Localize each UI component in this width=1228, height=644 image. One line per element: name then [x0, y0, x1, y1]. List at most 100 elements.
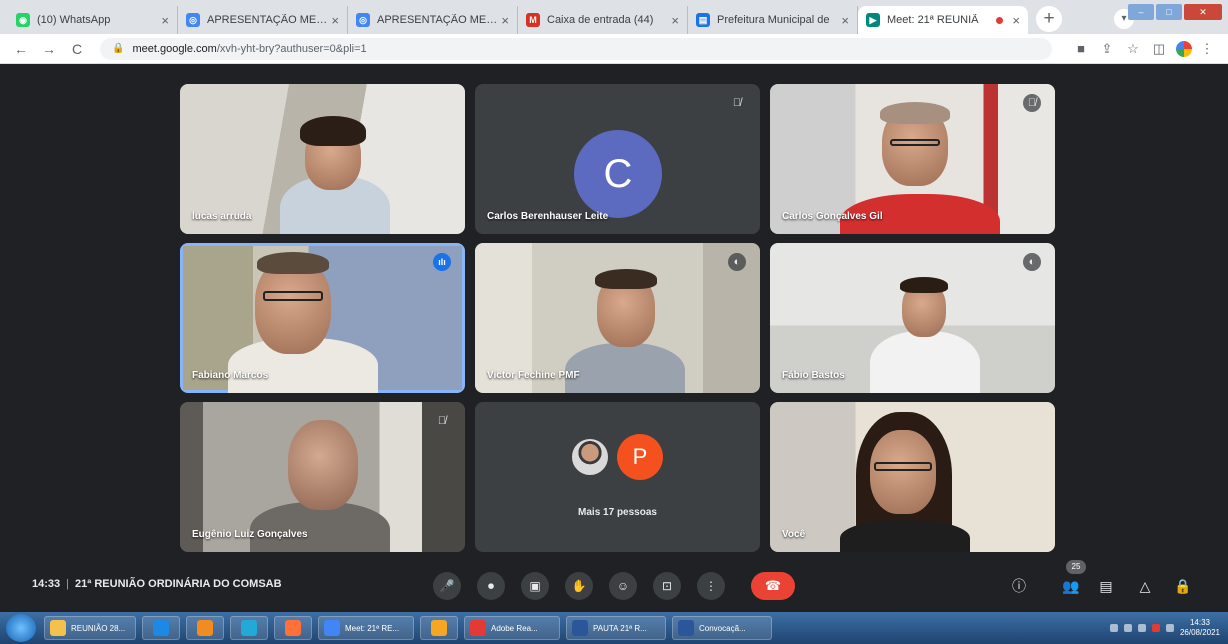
menu-icon[interactable]: ⋮ [1196, 41, 1218, 57]
star-icon[interactable]: ☆ [1122, 41, 1144, 57]
self-view-tile[interactable]: Você [770, 402, 1055, 552]
reload-icon[interactable]: C [66, 41, 88, 57]
separator: | [66, 578, 69, 590]
close-icon[interactable]: × [1012, 13, 1020, 28]
browser-icon [241, 620, 257, 636]
network-icon[interactable] [1137, 624, 1146, 632]
raise-hand-icon[interactable]: ✋ [565, 572, 593, 600]
tray-icon[interactable] [1109, 624, 1118, 632]
participant-name: Carlos Gonçalves Gil [782, 211, 883, 222]
back-icon[interactable]: ← [10, 41, 32, 57]
host-controls-icon[interactable]: 🔒 [1172, 575, 1194, 597]
mic-icon[interactable]: 🎤 [433, 572, 461, 600]
taskbar-item-word-convocacao[interactable]: Convocaçã... [672, 616, 772, 640]
recording-dot-icon [996, 16, 1004, 24]
chat-icon[interactable]: ▤ [1095, 575, 1117, 597]
taskbar-item-chrome-meet[interactable]: Meet: 21ª RE... [318, 616, 414, 640]
new-tab-button[interactable]: + [1036, 6, 1062, 32]
tab-title: Caixa de entrada (44) [547, 14, 654, 26]
tab-gmail[interactable]: M Caixa de entrada (44) × [518, 6, 688, 34]
participant-tile[interactable]: ılı Fabiano Marcos [180, 243, 465, 393]
close-icon[interactable]: × [501, 13, 509, 28]
people-icon[interactable]: 👥 [1060, 575, 1082, 597]
browser-toolbar: ← → C 🔒 meet.google.com/xvh-yht-bry?auth… [0, 34, 1228, 64]
close-icon[interactable]: × [161, 13, 169, 28]
tab-apresentacao-1[interactable]: ◎ APRESENTAÇÃO MEIO × [178, 6, 348, 34]
tab-title: Prefeitura Municipal de [717, 14, 830, 26]
participant-tile[interactable]: 🎙̸ Carlos Gonçalves Gil [770, 84, 1055, 234]
taskbar-item-word-pauta[interactable]: PAUTA 21ª R... [566, 616, 666, 640]
participant-name: Victor Fechine PMF [487, 370, 580, 381]
window-controls: – □ ✕ [1128, 4, 1222, 20]
system-tray: 14:33 26/08/2021 [1109, 618, 1228, 638]
participant-tile[interactable]: C 🎙̸ Carlos Berenhauser Leite [475, 84, 760, 234]
participant-name: Fabiano Marcos [192, 370, 269, 381]
gmail-icon: M [526, 13, 540, 27]
chrome-icon [324, 620, 340, 636]
whatsapp-icon: ◉ [16, 13, 30, 27]
captions-icon[interactable]: ▣ [521, 572, 549, 600]
address-bar[interactable]: 🔒 meet.google.com/xvh-yht-bry?authuser=0… [100, 37, 1052, 60]
more-participants-label: Mais 17 pessoas [578, 507, 657, 518]
participant-tile[interactable]: ◐ Fábio Bastos [770, 243, 1055, 393]
volume-icon[interactable] [1165, 624, 1174, 632]
forward-icon[interactable]: → [38, 41, 60, 57]
start-button[interactable] [6, 614, 36, 642]
antivirus-icon[interactable] [1151, 624, 1160, 632]
taskbar-item-adobe[interactable]: Adobe Rea... [464, 616, 560, 640]
participant-tile[interactable]: 🎙̸ Eugênio Luiz Gonçalves [180, 402, 465, 552]
app-icon [431, 620, 447, 636]
tab-title: APRESENTAÇÃO MEIO [207, 14, 328, 26]
close-window-icon[interactable]: ✕ [1184, 4, 1222, 20]
sheet-icon: ▤ [696, 13, 710, 27]
share-icon[interactable]: ⇪ [1096, 41, 1118, 57]
participant-name: Fábio Bastos [782, 370, 845, 381]
taskbar-item-edge[interactable] [230, 616, 268, 640]
participant-tile[interactable]: lucas arruda [180, 84, 465, 234]
tab-whatsapp[interactable]: ◉ (10) WhatsApp × [8, 6, 178, 34]
profile-avatar[interactable] [1176, 40, 1192, 57]
windows-taskbar: REUNIÃO 28... Meet: 21ª RE... Adobe Rea.… [0, 612, 1228, 644]
mic-off-icon: 🎙̸ [732, 97, 742, 109]
taskbar-item-media[interactable] [186, 616, 224, 640]
participant-video [183, 246, 462, 393]
participant-name: Eugênio Luiz Gonçalves [192, 529, 308, 540]
activities-icon[interactable]: △ [1134, 575, 1156, 597]
maximize-icon[interactable]: □ [1156, 4, 1182, 20]
more-options-icon[interactable]: ⋮ [697, 572, 725, 600]
meeting-details: 14:33 | 21ª REUNIÃO ORDINÁRIA DO COMSAB [32, 578, 282, 590]
camera-permission-icon[interactable]: ■ [1070, 41, 1092, 56]
system-clock[interactable]: 14:33 26/08/2021 [1180, 618, 1220, 638]
camera-icon[interactable]: ⏺ [477, 572, 505, 600]
close-icon[interactable]: × [331, 13, 339, 28]
hangup-button[interactable]: ☎ [751, 572, 795, 600]
tab-prefeitura[interactable]: ▤ Prefeitura Municipal de × [688, 6, 858, 34]
close-icon[interactable]: × [841, 13, 849, 28]
info-icon[interactable]: ⓘ [1008, 575, 1030, 597]
word-icon [572, 620, 588, 636]
more-participants-tile[interactable]: P Mais 17 pessoas [475, 402, 760, 552]
tab-apresentacao-2[interactable]: ◎ APRESENTAÇÃO MEIO × [348, 6, 518, 34]
participant-avatar: C [574, 130, 662, 218]
adobe-reader-icon [470, 620, 486, 636]
tab-title: Meet: 21ª REUNIÃ [887, 14, 979, 26]
participant-tile[interactable]: ◐ Victor Fechine PMF [475, 243, 760, 393]
taskbar-item-app[interactable] [420, 616, 458, 640]
extensions-icon[interactable]: ◫ [1148, 41, 1170, 57]
mic-idle-icon: ◐ [1023, 253, 1041, 271]
tray-icon[interactable] [1123, 624, 1132, 632]
participant-name: Carlos Berenhauser Leite [487, 211, 609, 222]
taskbar-item-firefox[interactable] [274, 616, 312, 640]
meeting-title: 21ª REUNIÃO ORDINÁRIA DO COMSAB [75, 578, 282, 590]
taskbar-item-reuniao[interactable]: REUNIÃO 28... [44, 616, 136, 640]
present-icon[interactable]: ⊡ [653, 572, 681, 600]
close-icon[interactable]: × [671, 13, 679, 28]
meeting-time: 14:33 [32, 578, 61, 590]
minimize-icon[interactable]: – [1128, 4, 1154, 20]
tab-title: (10) WhatsApp [37, 14, 111, 26]
internet-explorer-icon [153, 620, 169, 636]
taskbar-item-ie[interactable] [142, 616, 180, 640]
tab-meet[interactable]: ▶ Meet: 21ª REUNIÃ × [858, 6, 1028, 34]
emoji-icon[interactable]: ☺ [609, 572, 637, 600]
speaking-indicator-icon: ılı [433, 253, 451, 271]
